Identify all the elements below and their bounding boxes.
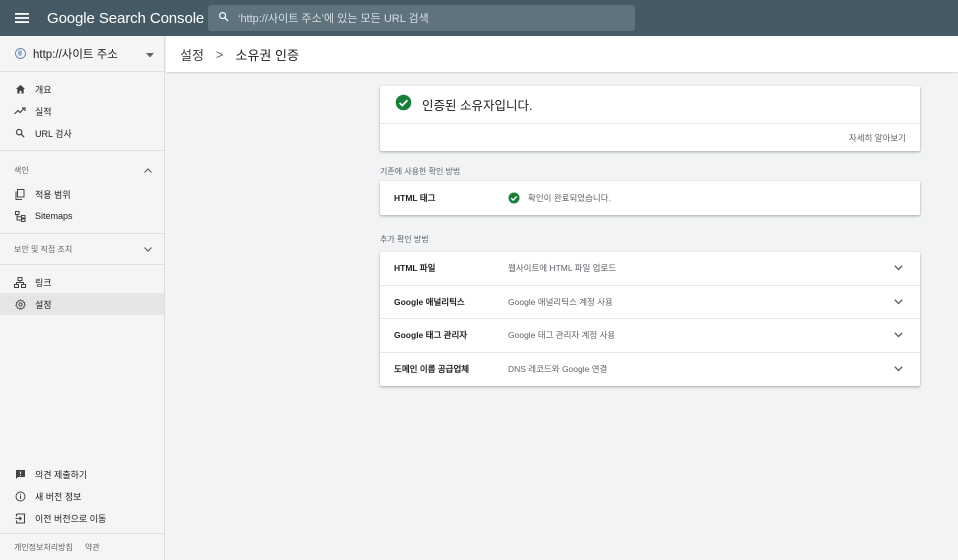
search-icon <box>218 9 229 27</box>
check-circle-icon <box>508 192 520 204</box>
method-desc: DNS 레코드와 Google 연결 <box>508 364 608 375</box>
method-name: Google 태그 관리자 <box>394 330 468 341</box>
sidebar-item-url-inspection[interactable]: URL 검사 <box>0 122 164 144</box>
sidebar-item-whats-new[interactable]: 새 버전 정보 <box>0 485 165 507</box>
expand-chevron-icon <box>892 332 904 338</box>
method-name: Google 애널리틱스 <box>394 296 465 307</box>
sidebar-item-performance[interactable]: 실적 <box>0 100 164 122</box>
method-status-text: 확인이 완료되었습니다. <box>528 192 611 203</box>
existing-method-row: HTML 태그 확인이 완료되었습니다. <box>380 181 920 215</box>
section-header-label: 보안 및 직접 조치 <box>14 244 73 254</box>
verified-status: 인증된 소유자입니다. <box>380 86 920 124</box>
property-label: http://사이트 주소 <box>33 48 118 61</box>
sidebar-item-label: 개요 <box>35 84 52 95</box>
sidebar-item-feedback[interactable]: 의견 제출하기 <box>0 463 165 485</box>
search-input[interactable]: ‘http://사이트 주소’에 있는 모든 URL 검색 <box>208 5 635 31</box>
chevron-up-icon <box>144 166 152 175</box>
security-section: 보안 및 직접 조치 <box>0 234 164 265</box>
property-selector[interactable]: http://사이트 주소 <box>0 36 164 72</box>
sidebar-item-label: Sitemaps <box>35 211 73 221</box>
chevron-down-icon <box>144 245 152 254</box>
sidebar-item-overview[interactable]: 개요 <box>0 78 164 100</box>
sidebar-item-label: 실적 <box>35 106 52 117</box>
sidebar-item-old-version[interactable]: 이전 버전으로 이동 <box>0 507 165 529</box>
coverage-icon <box>14 188 26 200</box>
method-desc: 웹사이트에 HTML 파일 업로드 <box>508 263 617 274</box>
method-desc: Google 애널리틱스 계정 사용 <box>508 296 613 307</box>
sidebar-item-label: URL 검사 <box>35 128 72 139</box>
dropdown-arrow-icon <box>146 45 154 63</box>
exit-icon <box>14 512 26 524</box>
trending-icon <box>14 105 26 117</box>
settings-icon <box>14 298 26 310</box>
method-row-html-file[interactable]: HTML 파일 웹사이트에 HTML 파일 업로드 <box>380 252 920 286</box>
sidebar-bottom: 의견 제출하기 새 버전 정보 이전 버전으로 이동 개인정보처리방침 약관 <box>0 459 165 560</box>
top-app-bar: Google Search Console ‘http://사이트 주소’에 있… <box>0 0 958 36</box>
menu-icon[interactable] <box>0 0 44 36</box>
section-header-label: 색인 <box>14 165 29 175</box>
sidebar-footer: 개인정보처리방침 약관 <box>0 534 165 560</box>
page-header: 설정 > 소유권 인증 <box>166 36 958 73</box>
method-desc: Google 태그 관리자 계정 사용 <box>508 330 616 341</box>
verified-card: 인증된 소유자입니다. 자세히 알아보기 <box>380 86 920 151</box>
method-status: 확인이 완료되었습니다. <box>508 192 904 204</box>
method-row-google-analytics[interactable]: Google 애널리틱스 Google 애널리틱스 계정 사용 <box>380 286 920 319</box>
bottom-nav: 의견 제출하기 새 버전 정보 이전 버전으로 이동 <box>0 459 165 534</box>
index-section: 색인 적용 범위 Sitemaps <box>0 151 164 234</box>
sidebar-item-coverage[interactable]: 적용 범위 <box>0 183 164 205</box>
links-icon <box>14 276 26 288</box>
index-section-header[interactable]: 색인 <box>0 157 164 183</box>
existing-method-card: HTML 태그 확인이 완료되었습니다. <box>380 181 920 215</box>
additional-methods-label: 추가 확인 방법 <box>380 235 429 244</box>
globe-icon <box>15 48 26 59</box>
sidebar-item-label: 링크 <box>35 277 52 288</box>
app-title[interactable]: Google Search Console <box>47 10 204 27</box>
check-circle-icon <box>395 94 412 116</box>
home-icon <box>14 83 26 95</box>
expand-chevron-icon <box>892 299 904 305</box>
method-name: HTML 파일 <box>394 263 436 274</box>
search-placeholder: ‘http://사이트 주소’에 있는 모든 URL 검색 <box>238 13 429 25</box>
sidebar-item-settings[interactable]: 설정 <box>0 293 164 315</box>
sidebar: http://사이트 주소 개요 실적 URL 검사 색인 적용 범위 Site… <box>0 36 165 560</box>
method-name: HTML 태그 <box>394 192 436 203</box>
sidebar-item-label: 새 버전 정보 <box>35 491 82 502</box>
breadcrumb-settings[interactable]: 설정 <box>180 45 204 64</box>
main-content: 인증된 소유자입니다. 자세히 알아보기 기존에 사용한 확인 방법 HTML … <box>166 74 958 560</box>
sidebar-item-links[interactable]: 링크 <box>0 271 164 293</box>
main-nav: 개요 실적 URL 검사 <box>0 72 164 151</box>
sidebar-item-label: 이전 버전으로 이동 <box>35 513 107 524</box>
sitemap-icon <box>14 210 26 222</box>
expand-chevron-icon <box>892 265 904 271</box>
verified-message: 인증된 소유자입니다. <box>422 99 533 113</box>
search-icon <box>14 127 26 139</box>
page-title: 소유권 인증 <box>235 47 299 63</box>
method-name: 도메인 이름 공급업체 <box>394 364 470 375</box>
info-icon <box>14 490 26 502</box>
breadcrumb-separator: > <box>215 46 224 62</box>
additional-methods-card: HTML 파일 웹사이트에 HTML 파일 업로드 Google 애널리틱스 G… <box>380 252 920 386</box>
other-nav: 링크 설정 <box>0 265 164 321</box>
expand-chevron-icon <box>892 366 904 372</box>
privacy-link[interactable]: 개인정보처리방침 <box>14 542 73 553</box>
learn-more-link[interactable]: 자세히 알아보기 <box>380 124 920 151</box>
method-row-domain-provider[interactable]: 도메인 이름 공급업체 DNS 레코드와 Google 연결 <box>380 353 920 387</box>
sidebar-item-sitemaps[interactable]: Sitemaps <box>0 205 164 227</box>
terms-link[interactable]: 약관 <box>85 542 100 553</box>
existing-methods-label: 기존에 사용한 확인 방법 <box>380 167 461 176</box>
feedback-icon <box>14 468 26 480</box>
sidebar-item-label: 설정 <box>35 299 52 310</box>
method-row-tag-manager[interactable]: Google 태그 관리자 Google 태그 관리자 계정 사용 <box>380 319 920 353</box>
security-section-header[interactable]: 보안 및 직접 조치 <box>0 236 164 262</box>
sidebar-item-label: 의견 제출하기 <box>35 469 88 480</box>
sidebar-item-label: 적용 범위 <box>35 189 71 200</box>
